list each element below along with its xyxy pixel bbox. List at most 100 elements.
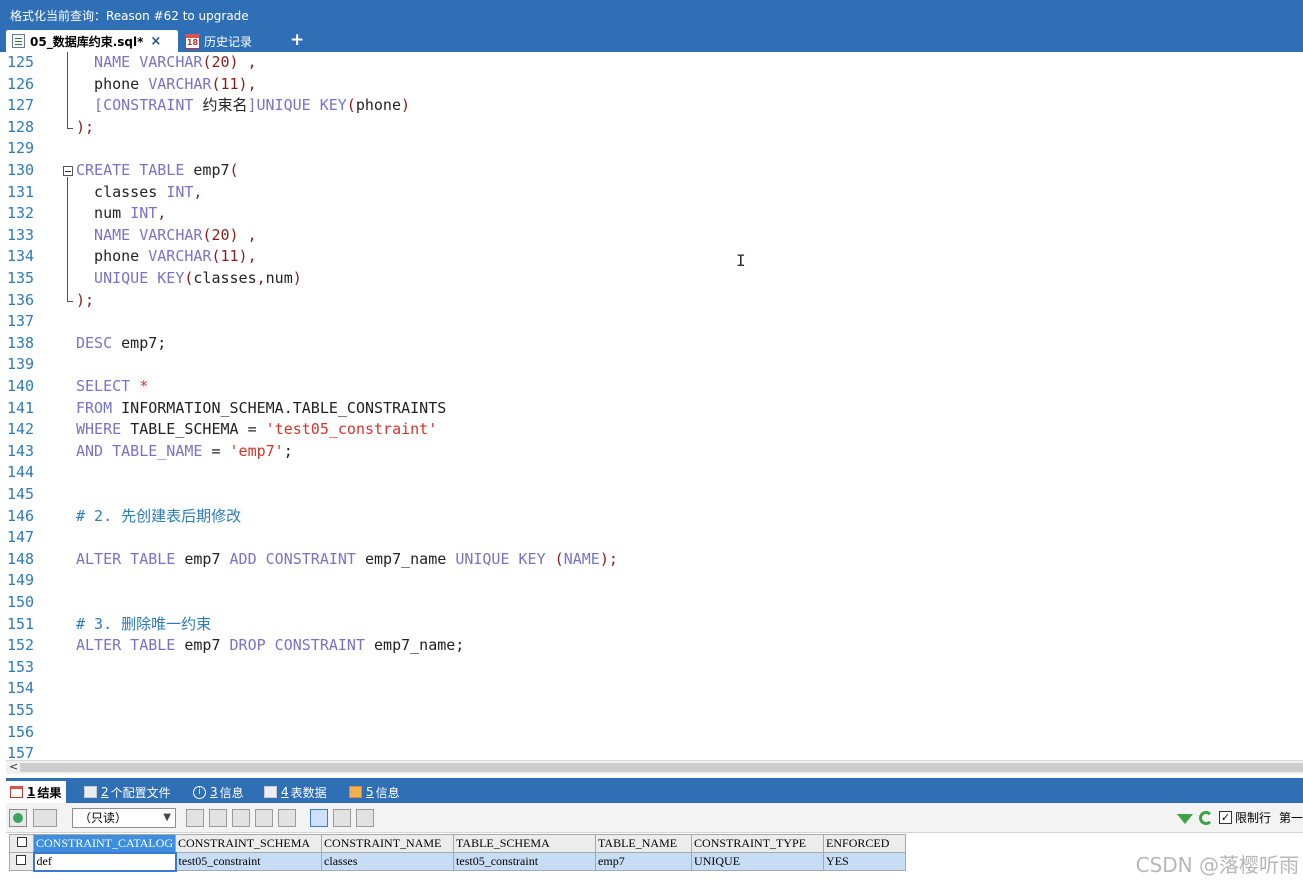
line-number: 141 [7, 398, 35, 417]
code-line[interactable]: 128); [6, 117, 1303, 139]
column-header[interactable]: ENFORCED [823, 834, 907, 853]
insert-row-icon[interactable] [186, 809, 204, 827]
tab-result-5[interactable]: 5 信息 [349, 781, 400, 803]
code-text: DESC emp7; [76, 333, 167, 352]
code-line[interactable]: 157 [6, 743, 1303, 760]
result-grid-icon [10, 786, 23, 798]
close-tab-icon[interactable]: × [150, 34, 161, 49]
tab-result-1[interactable]: 1 结果 [6, 781, 67, 803]
column-header[interactable]: CONSTRAINT_NAME [321, 834, 455, 853]
code-text: SELECT * [76, 377, 149, 395]
scroll-left-arrow-icon[interactable]: < [9, 760, 18, 773]
select-all-checkbox-cell[interactable] [9, 834, 34, 853]
code-line[interactable]: 140 SELECT * [6, 376, 1303, 398]
code-line[interactable]: 145 [6, 484, 1303, 506]
line-number: 125 [7, 53, 35, 71]
tab-result-2[interactable]: 2 个配置文件 [84, 781, 171, 803]
table-cell[interactable]: test05_constraint [453, 852, 597, 871]
result-tab-label: 信息 [219, 785, 244, 800]
line-number: 157 [7, 744, 35, 760]
code-line[interactable]: 149 [6, 570, 1303, 592]
column-header[interactable]: CONSTRAINT_TYPE [691, 834, 825, 853]
code-line[interactable]: 151 # 3. 删除唯一约束 [6, 614, 1303, 636]
table-cell[interactable]: UNIQUE [691, 852, 825, 871]
table-row[interactable]: def test05_constraint classes test05_constr… [9, 851, 907, 872]
code-line[interactable]: 147 [6, 527, 1303, 549]
horizontal-scrollbar[interactable]: < [6, 760, 1303, 774]
text-view-icon[interactable] [356, 809, 374, 827]
code-line[interactable]: 134 phone VARCHAR(11), [6, 246, 1303, 268]
code-line[interactable]: 153 [6, 657, 1303, 679]
result-tab-number: 4 [281, 785, 289, 799]
code-line[interactable]: 155 [6, 700, 1303, 722]
code-text: classes INT, [76, 182, 203, 201]
export-dropdown-icon[interactable] [33, 809, 57, 827]
column-header[interactable]: CONSTRAINT_CATALOG [32, 834, 177, 853]
code-line[interactable]: 129 [6, 138, 1303, 160]
code-line[interactable]: 126 phone VARCHAR(11), [6, 74, 1303, 96]
code-line[interactable]: 135 UNIQUE KEY(classes,num) [6, 268, 1303, 290]
column-header[interactable]: TABLE_SCHEMA [453, 834, 597, 853]
line-number: 137 [7, 312, 35, 331]
row-checkbox-cell[interactable] [9, 852, 34, 871]
result-table: CONSTRAINT_CATALOG CONSTRAINT_SCHEMA CONST… [9, 834, 907, 872]
fold-toggle-icon[interactable] [63, 166, 73, 176]
table-cell[interactable]: test05_constraint [175, 852, 323, 871]
save-icon[interactable] [232, 809, 250, 827]
code-line[interactable]: 148 ALTER TABLE emp7 ADD CONSTRAINT emp7_… [6, 549, 1303, 571]
delete-icon[interactable] [255, 809, 273, 827]
limit-rows-checkbox[interactable]: ✓ [1218, 811, 1232, 824]
line-number: 146 [7, 506, 35, 525]
code-line[interactable]: 142 WHERE TABLE_SCHEMA = 'test05_constrai… [6, 419, 1303, 441]
select-all-checkbox[interactable] [16, 837, 27, 847]
column-header[interactable]: CONSTRAINT_SCHEMA [175, 834, 323, 853]
code-line[interactable]: 125 NAME VARCHAR(20) , [6, 52, 1303, 74]
table-data-icon [264, 786, 277, 798]
edit-mode-select[interactable]: （只读） ▼ [72, 808, 176, 828]
code-line[interactable]: 131 classes INT, [6, 182, 1303, 204]
tab-history-label: 历史记录 [204, 34, 253, 49]
result-toolbar-right: ✓ 限制行 第一 [1176, 809, 1303, 826]
code-text: phone VARCHAR(11), [76, 74, 257, 93]
sql-editor[interactable]: I 125 NAME VARCHAR(20) , 126 phone VARCHA… [6, 52, 1303, 760]
tab-result-3[interactable]: i 3 信息 [193, 781, 244, 803]
code-line[interactable]: 146 # 2. 先创建表后期修改 [6, 506, 1303, 528]
table-cell[interactable]: YES [823, 852, 907, 871]
code-line[interactable]: 137 [6, 311, 1303, 333]
form-view-icon[interactable] [333, 809, 351, 827]
column-header[interactable]: TABLE_NAME [595, 834, 693, 853]
tab-history[interactable]: 18 历史记录 [183, 30, 252, 52]
refresh-icon[interactable] [1198, 810, 1213, 825]
code-line[interactable]: 144 [6, 462, 1303, 484]
code-line[interactable]: 141 FROM INFORMATION_SCHEMA.TABLE_CONSTRA… [6, 398, 1303, 420]
code-line[interactable]: 130 CREATE TABLE emp7( [6, 160, 1303, 182]
result-tab-number: 5 [366, 785, 374, 799]
code-line[interactable]: 136); [6, 290, 1303, 312]
code-line[interactable]: 127 [CONSTRAINT 约束名]UNIQUE KEY(phone) [6, 95, 1303, 117]
code-line[interactable]: 156 [6, 722, 1303, 744]
code-line[interactable]: 133 NAME VARCHAR(20) , [6, 225, 1303, 247]
result-tab-label: 表数据 [290, 785, 327, 800]
line-number: 130 [7, 161, 35, 179]
filter-icon[interactable] [1176, 814, 1193, 824]
add-row-icon[interactable] [9, 809, 27, 827]
cancel-changes-icon[interactable] [278, 809, 296, 827]
code-line[interactable]: 152 ALTER TABLE emp7 DROP CONSTRAINT emp7… [6, 635, 1303, 657]
row-checkbox[interactable] [16, 855, 27, 865]
duplicate-row-icon[interactable] [209, 809, 227, 827]
add-tab-button[interactable]: + [290, 30, 304, 50]
code-line[interactable]: 150 [6, 592, 1303, 614]
tab-result-4[interactable]: 4 表数据 [264, 781, 327, 803]
code-line[interactable]: 139 [6, 354, 1303, 376]
tab-sql-file[interactable]: 05_数据库约束.sql* × [6, 30, 178, 52]
code-line[interactable]: 154 [6, 678, 1303, 700]
grid-view-icon[interactable] [310, 809, 328, 827]
table-cell[interactable]: classes [321, 852, 455, 871]
code-text: NAME VARCHAR(20) , [76, 225, 257, 244]
scrollbar-thumb[interactable] [20, 763, 1303, 772]
table-cell[interactable]: emp7 [595, 852, 693, 871]
code-line[interactable]: 132 num INT, [6, 203, 1303, 225]
table-cell[interactable]: def [32, 851, 177, 872]
code-line[interactable]: 143 AND TABLE_NAME = 'emp7'; [6, 441, 1303, 463]
code-line[interactable]: 138 DESC emp7; [6, 333, 1303, 355]
